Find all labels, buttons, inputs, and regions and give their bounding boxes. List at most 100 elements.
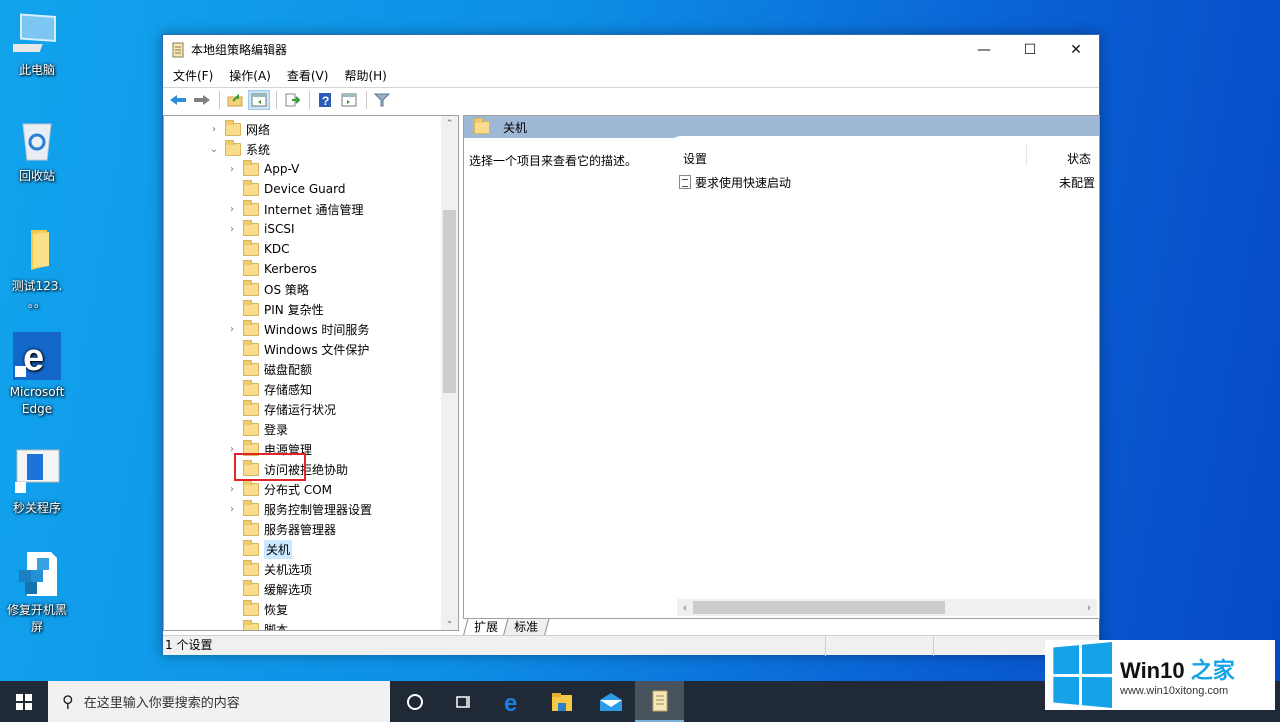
up-folder-icon xyxy=(227,93,243,106)
close-button[interactable]: ✕ xyxy=(1053,35,1099,64)
tree-item[interactable]: › App-V xyxy=(225,159,299,179)
menu-view[interactable]: 查看(V) xyxy=(279,67,337,84)
taskbar-group-policy-button[interactable] xyxy=(635,681,684,722)
back-icon xyxy=(170,94,186,105)
column-header-setting[interactable]: 设置 xyxy=(683,150,707,167)
details-horizontal-scrollbar[interactable]: ‹ › xyxy=(677,599,1097,616)
group-policy-editor-window: 本地组策略编辑器 — ☐ ✕ 文件(F) 操作(A) 查看(V) 帮助(H) ?… xyxy=(162,34,1100,656)
tree-item[interactable]: 缓解选项 xyxy=(225,579,312,599)
task-view-button[interactable] xyxy=(439,681,488,722)
chevron-right-icon[interactable]: › xyxy=(225,164,239,175)
help-button[interactable]: ? xyxy=(314,90,336,110)
back-button[interactable] xyxy=(167,90,189,110)
tree-item[interactable]: Device Guard xyxy=(225,179,345,199)
column-header-state[interactable]: 状态 xyxy=(1067,150,1091,167)
tree-item-label: 登录 xyxy=(264,422,289,437)
taskbar-mail-button[interactable] xyxy=(586,681,635,722)
maximize-button[interactable]: ☐ xyxy=(1007,35,1053,64)
window-title: 本地组策略编辑器 xyxy=(191,43,288,57)
scroll-right-arrow[interactable]: › xyxy=(1081,599,1097,616)
menu-help[interactable]: 帮助(H) xyxy=(336,67,394,84)
tree-item[interactable]: › 服务控制管理器设置 xyxy=(225,499,372,519)
scroll-left-arrow[interactable]: ‹ xyxy=(677,599,693,616)
menu-action[interactable]: 操作(A) xyxy=(221,67,279,84)
tree-item[interactable]: › Internet 通信管理 xyxy=(225,199,363,219)
tree-item[interactable]: Windows 文件保护 xyxy=(225,339,369,359)
toolbar-divider xyxy=(309,90,310,109)
tree-item[interactable]: 磁盘配额 xyxy=(225,359,312,379)
desktop-icon-this-pc[interactable]: 此电脑 xyxy=(4,10,70,79)
tree-item[interactable]: 脚本 xyxy=(225,619,288,630)
show-hide-tree-button[interactable] xyxy=(248,89,270,110)
desktop-icon-label: 回收站 xyxy=(18,169,55,183)
tree-item[interactable]: 存储感知 xyxy=(225,379,312,399)
desktop-icon-quick-close[interactable]: 秒关程序 xyxy=(4,448,70,517)
desktop-icon-test-folder[interactable]: 测试123. 。。 xyxy=(4,226,70,312)
settings-list: 设置 状态 要求使用快速启动 未配置 xyxy=(669,136,1099,618)
tree-item[interactable]: 存储运行状况 xyxy=(225,399,336,419)
folder-icon xyxy=(243,239,259,256)
folder-icon xyxy=(225,119,241,136)
tree-item[interactable]: 关机 xyxy=(225,539,293,559)
tab-label: 标准 xyxy=(514,620,539,634)
chevron-right-icon[interactable]: › xyxy=(225,504,239,515)
desktop-icon-fix-boot[interactable]: 修复开机黑 屏 xyxy=(4,550,70,636)
scroll-thumb[interactable] xyxy=(693,601,945,614)
chevron-down-icon[interactable]: ⌄ xyxy=(207,144,221,155)
chevron-right-icon[interactable]: › xyxy=(225,324,239,335)
chevron-right-icon[interactable]: › xyxy=(225,224,239,235)
export-list-button[interactable] xyxy=(281,90,303,110)
chevron-right-icon[interactable]: › xyxy=(225,484,239,495)
svg-text:?: ? xyxy=(322,94,329,108)
tree-item[interactable]: › 网络 xyxy=(207,119,270,139)
cortana-button[interactable] xyxy=(390,681,439,722)
start-button[interactable] xyxy=(0,681,48,722)
up-folder-button[interactable] xyxy=(224,90,246,110)
taskbar-search-box[interactable]: ⚲ 在这里输入你要搜索的内容 xyxy=(48,681,390,722)
tree-item[interactable]: › Windows 时间服务 xyxy=(225,319,369,339)
tree-item[interactable]: 恢复 xyxy=(225,599,288,619)
tree-item[interactable]: 服务器管理器 xyxy=(225,519,336,539)
folder-icon xyxy=(243,499,259,516)
tree-vertical-scrollbar[interactable]: ⌃ ⌄ xyxy=(441,116,458,630)
forward-icon xyxy=(194,94,210,105)
tab-label: 扩展 xyxy=(474,620,499,634)
setting-row[interactable]: 要求使用快速启动 未配置 xyxy=(679,172,1095,192)
desktop-icon-edge[interactable]: e Microsoft Edge xyxy=(4,332,70,418)
watermark-url: www.win10xitong.com xyxy=(1120,685,1229,697)
status-bar: 1 个设置 xyxy=(163,635,1099,656)
file-explorer-icon xyxy=(551,692,572,711)
show-action-pane-button[interactable] xyxy=(338,90,360,110)
details-pane: 关机 选择一个项目来查看它的描述。 设置 状态 要求使用快速启动 未配置 ‹ › xyxy=(463,115,1100,619)
forward-button[interactable] xyxy=(191,90,213,110)
windows-logo-icon xyxy=(1053,642,1113,708)
tree-item[interactable]: PIN 复杂性 xyxy=(225,299,324,319)
tree-item-label: 系统 xyxy=(246,142,271,157)
chevron-right-icon[interactable]: › xyxy=(207,124,221,135)
policy-setting-icon xyxy=(679,175,691,189)
desktop-icon-recycle-bin[interactable]: 回收站 xyxy=(4,116,70,185)
folder-icon xyxy=(243,559,259,576)
filter-icon xyxy=(374,93,390,106)
tree-item[interactable]: OS 策略 xyxy=(225,279,309,299)
minimize-button[interactable]: — xyxy=(961,35,1007,64)
tree-item[interactable]: KDC xyxy=(225,239,290,259)
tree-item[interactable]: Kerberos xyxy=(225,259,317,279)
tree-item[interactable]: 登录 xyxy=(225,419,288,439)
taskbar-edge-button[interactable]: e xyxy=(488,681,537,722)
menu-file[interactable]: 文件(F) xyxy=(165,67,221,84)
scroll-down-arrow[interactable]: ⌄ xyxy=(441,613,458,630)
tree-item[interactable]: ⌄ 系统 xyxy=(207,139,270,159)
menu-bar: 文件(F) 操作(A) 查看(V) 帮助(H) xyxy=(163,64,1099,87)
chevron-right-icon[interactable]: › xyxy=(225,204,239,215)
column-divider[interactable] xyxy=(1026,144,1027,166)
tree-item[interactable]: › 分布式 COM xyxy=(225,479,332,499)
scroll-thumb[interactable] xyxy=(443,210,456,393)
taskbar-file-explorer-button[interactable] xyxy=(537,681,586,722)
title-bar[interactable]: 本地组策略编辑器 — ☐ ✕ xyxy=(163,35,1099,64)
tree-item[interactable]: › iSCSI xyxy=(225,219,295,239)
tree-item[interactable]: 关机选项 xyxy=(225,559,312,579)
app-shortcut-icon xyxy=(13,448,61,496)
scroll-up-arrow[interactable]: ⌃ xyxy=(441,116,458,133)
filter-button[interactable] xyxy=(371,90,393,110)
